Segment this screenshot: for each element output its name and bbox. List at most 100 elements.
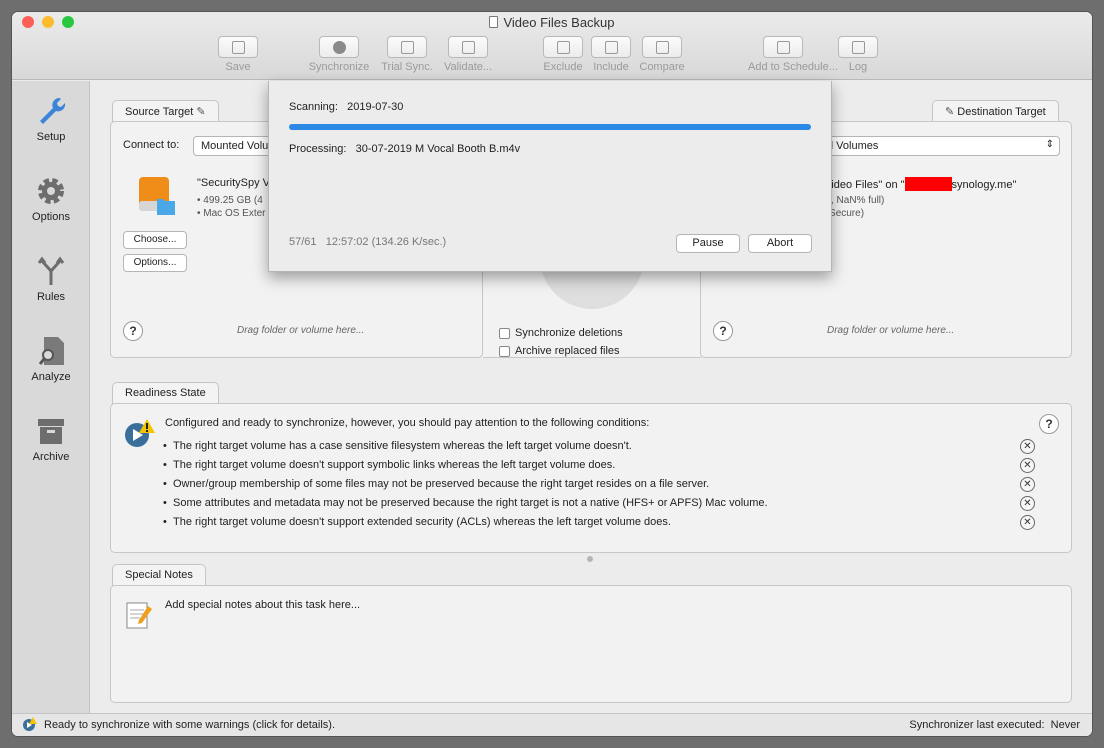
condition-item: • The right target volume doesn't support… <box>163 459 616 471</box>
gear-icon <box>34 175 68 207</box>
readiness-panel: Configured and ready to synchronize, how… <box>110 403 1072 553</box>
trial-sync-icon <box>401 41 414 54</box>
scanning-label: Scanning: <box>289 101 338 113</box>
app-window: Video Files Backup Save Synchronize Tria… <box>12 12 1092 736</box>
source-drag-hint: Drag folder or volume here... <box>237 325 365 336</box>
tab-destination-target[interactable]: ✎ Destination Target <box>932 100 1059 122</box>
validate-button[interactable]: Validate... <box>433 36 503 73</box>
pencil-icon[interactable]: ✎ <box>196 106 205 118</box>
tab-readiness-state[interactable]: Readiness State <box>112 382 219 404</box>
archive-icon <box>34 415 68 447</box>
pencil-icon[interactable]: ✎ <box>945 106 954 118</box>
schedule-icon <box>777 41 790 54</box>
dismiss-condition-icon[interactable]: ✕ <box>1020 439 1035 454</box>
compare-button[interactable]: Compare <box>627 36 697 73</box>
sidebar-item-setup[interactable]: Setup <box>12 95 90 143</box>
dismiss-condition-icon[interactable]: ✕ <box>1020 458 1035 473</box>
special-notes-panel[interactable]: Add special notes about this task here..… <box>110 585 1072 703</box>
source-tab-label: Source Target <box>125 106 194 118</box>
destination-volume-name: ' Video Files" on " synology.me" <box>819 177 1016 191</box>
save-button[interactable]: Save <box>203 36 273 73</box>
document-icon <box>489 16 499 28</box>
condition-item: • Some attributes and metadata may not be… <box>163 497 768 509</box>
scanning-row: Scanning: 2019-07-30 <box>289 101 403 113</box>
abort-button[interactable]: Abort <box>748 234 812 253</box>
synchronize-button[interactable]: Synchronize <box>304 36 374 73</box>
save-icon <box>232 41 245 54</box>
help-button[interactable]: ? <box>713 321 733 341</box>
split-handle[interactable] <box>587 556 593 562</box>
checkbox-box <box>499 345 510 357</box>
window-title: Video Files Backup <box>12 15 1092 30</box>
help-button[interactable]: ? <box>1039 414 1059 434</box>
scanning-value: 2019-07-30 <box>347 101 404 113</box>
add-to-schedule-button[interactable]: Add to Schedule... <box>748 36 838 73</box>
play-icon <box>333 41 346 54</box>
checkbox-box <box>499 327 510 339</box>
clipboard-check-icon <box>462 41 475 54</box>
notes-input[interactable]: Add special notes about this task here..… <box>165 599 360 611</box>
processing-label: Processing: <box>289 143 347 155</box>
source-volume-name: "SecuritySpy V <box>197 177 270 189</box>
notepad-icon <box>124 600 154 630</box>
compare-label: Compare <box>639 61 685 73</box>
notes-tab-label: Special Notes <box>125 569 193 581</box>
condition-text: The right target volume doesn't support … <box>173 459 616 471</box>
sidebar-item-analyze[interactable]: Analyze <box>12 335 90 383</box>
trial-sync-label: Trial Sync. <box>381 61 433 73</box>
pause-button[interactable]: Pause <box>676 234 740 253</box>
abort-button-label: Abort <box>766 237 794 249</box>
connect-to-label: Connect to: <box>123 139 180 151</box>
status-message[interactable]: Ready to synchronize with some warnings … <box>44 719 335 731</box>
add-to-schedule-label: Add to Schedule... <box>748 61 838 73</box>
destination-volume-suffix: synology.me" <box>951 179 1017 191</box>
sync-deletions-label: Synchronize deletions <box>515 327 623 339</box>
tab-special-notes[interactable]: Special Notes <box>112 564 206 586</box>
sidebar-item-label: Rules <box>36 291 66 303</box>
sidebar-item-label: Analyze <box>31 371 71 383</box>
sidebar-item-label: Setup <box>36 131 66 143</box>
destination-drag-hint: Drag folder or volume here... <box>827 325 955 336</box>
sidebar-item-archive[interactable]: Archive <box>12 415 90 463</box>
help-button[interactable]: ? <box>123 321 143 341</box>
trial-sync-button[interactable]: Trial Sync. <box>372 36 442 73</box>
dismiss-condition-icon[interactable]: ✕ <box>1020 496 1035 511</box>
condition-item: • The right target volume doesn't support… <box>163 516 671 528</box>
save-label: Save <box>225 61 251 73</box>
source-options-button[interactable]: Options... <box>123 254 187 272</box>
condition-text: Some attributes and metadata may not be … <box>173 497 768 509</box>
archive-replaced-checkbox[interactable]: Archive replaced files <box>499 345 620 357</box>
options-button-label: Options... <box>133 257 177 268</box>
window-title-text: Video Files Backup <box>503 15 615 30</box>
status-warning-icon <box>22 717 37 732</box>
choose-button-label: Choose... <box>133 234 177 245</box>
source-volume-format: • Mac OS Exter <box>197 208 266 219</box>
include-icon <box>605 41 618 54</box>
sync-deletions-checkbox[interactable]: Synchronize deletions <box>499 327 623 339</box>
wrench-icon <box>34 95 68 127</box>
exclude-icon <box>557 41 570 54</box>
analyze-icon <box>34 335 68 367</box>
external-drive-icon <box>137 175 177 217</box>
log-button[interactable]: Log <box>823 36 893 73</box>
titlebar: Video Files Backup Save Synchronize Tria… <box>12 12 1092 80</box>
last-executed-label: Synchronizer last executed: <box>909 719 1045 731</box>
sidebar-item-rules[interactable]: Rules <box>12 255 90 303</box>
destination-tab-label: Destination Target <box>957 106 1046 118</box>
last-executed-value: Never <box>1050 719 1080 731</box>
sidebar: Setup Options Rules Analyze Archive <box>12 81 90 713</box>
choose-button[interactable]: Choose... <box>123 231 187 249</box>
destination-connect-select[interactable]: d Volumes ⇕ <box>819 136 1060 156</box>
dismiss-condition-icon[interactable]: ✕ <box>1020 477 1035 492</box>
sidebar-item-options[interactable]: Options <box>12 175 90 223</box>
condition-item: • Owner/group membership of some files ma… <box>163 478 710 490</box>
source-connect-value: Mounted Volu <box>201 140 269 152</box>
status-bar[interactable]: Ready to synchronize with some warnings … <box>12 713 1092 736</box>
log-label: Log <box>848 61 868 73</box>
synchronize-label: Synchronize <box>308 61 370 73</box>
progress-bar <box>289 124 811 130</box>
tab-source-target[interactable]: Source Target ✎ <box>112 100 219 122</box>
destination-connect-value: d Volumes <box>827 140 879 152</box>
dismiss-condition-icon[interactable]: ✕ <box>1020 515 1035 530</box>
progress-count: 57/61 <box>289 236 317 248</box>
